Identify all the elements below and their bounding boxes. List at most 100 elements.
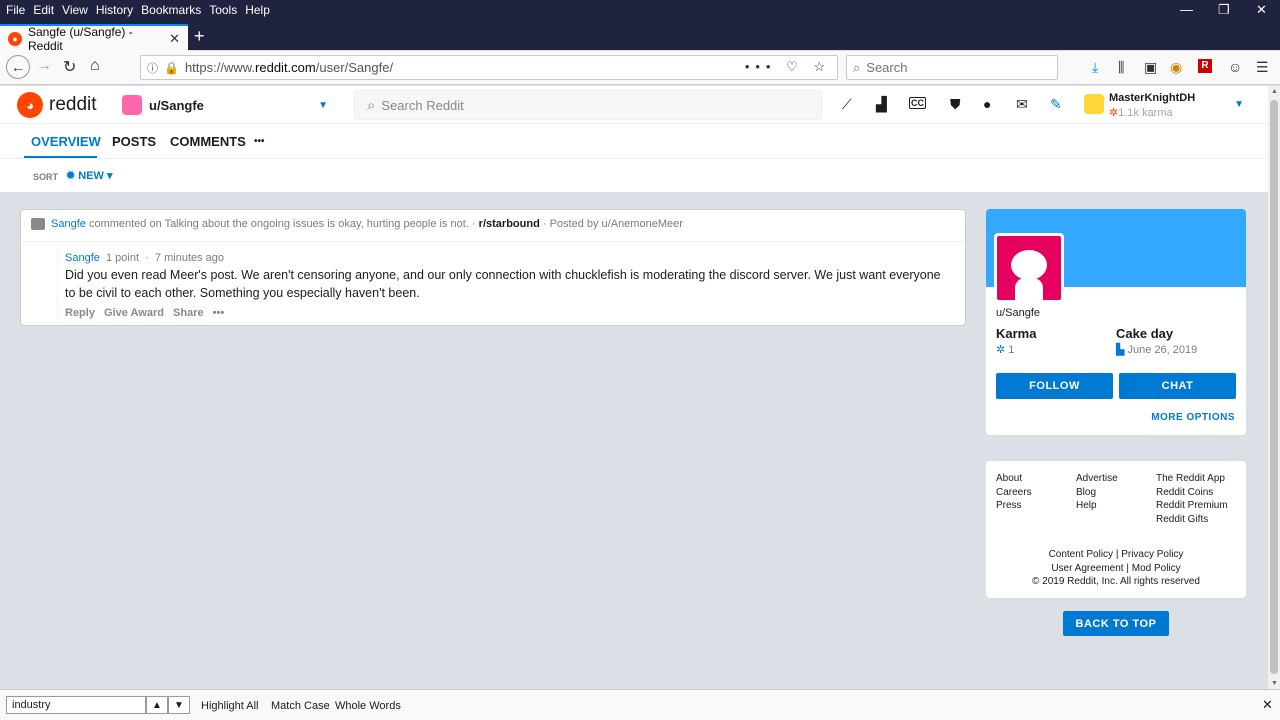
menu-file[interactable]: File <box>6 3 25 17</box>
home-icon[interactable]: ⌂ <box>90 57 100 75</box>
close-findbar-icon[interactable]: ✕ <box>1262 697 1273 713</box>
tab-posts[interactable]: POSTS <box>112 134 156 149</box>
footer-col-3: The Reddit App Reddit Coins Reddit Premi… <box>1156 472 1228 526</box>
downloads-icon[interactable]: ⤓ <box>1092 59 1098 76</box>
footer-link[interactable]: The Reddit App <box>1156 472 1228 486</box>
restore-icon[interactable]: ❐ <box>1218 2 1230 18</box>
back-icon[interactable]: ← <box>6 55 30 79</box>
tab-more[interactable]: ••• <box>254 136 265 147</box>
logo-text: reddit <box>49 94 97 115</box>
lock-icon[interactable]: 🔒 <box>164 61 179 75</box>
reply-button[interactable]: Reply <box>65 307 95 319</box>
footer-link[interactable]: Help <box>1076 499 1118 513</box>
match-case-toggle[interactable]: Match Case <box>271 700 330 712</box>
policy-links[interactable]: Content Policy | Privacy Policy <box>986 548 1246 562</box>
chevron-down-icon: ▼ <box>318 99 328 111</box>
find-previous-icon[interactable]: ▲ <box>146 696 168 714</box>
browser-search-input[interactable]: ⌕ Search <box>846 55 1058 80</box>
find-bar: industry ▲ ▼ Highlight All Match Case Wh… <box>0 689 1280 720</box>
url-bar[interactable]: ⓘ 🔒 https://www.reddit.com/user/Sangfe/ … <box>140 55 838 80</box>
close-tab-icon[interactable]: ✕ <box>169 31 180 47</box>
smiley-icon[interactable]: ☺ <box>1228 59 1242 75</box>
comment-time[interactable]: 7 minutes ago <box>155 252 224 264</box>
comment-user-link[interactable]: Sangfe <box>65 252 100 264</box>
whole-words-toggle[interactable]: Whole Words <box>335 700 401 712</box>
karma-icon: ✲ <box>996 344 1006 356</box>
chat-button[interactable]: CHAT <box>1119 373 1236 399</box>
reddit-logo[interactable]: ◕ reddit <box>17 92 97 118</box>
subreddit-link[interactable]: r/starbound <box>479 218 540 230</box>
comment-actions: Reply Give Award Share ••• <box>65 307 230 319</box>
sort-dropdown[interactable]: ✹ NEW ▾ <box>66 169 113 182</box>
chat-icon[interactable]: ● <box>983 96 991 112</box>
menu-help[interactable]: Help <box>245 3 270 17</box>
footer-link[interactable]: Advertise <box>1076 472 1118 486</box>
forward-icon[interactable]: → <box>36 57 52 75</box>
scroll-thumb[interactable] <box>1270 100 1278 674</box>
comment-author-link[interactable]: Sangfe <box>51 218 86 230</box>
scroll-down-icon[interactable]: ▼ <box>1271 680 1278 687</box>
menu-bookmarks[interactable]: Bookmarks <box>141 3 201 17</box>
scroll-up-icon[interactable]: ▲ <box>1271 88 1278 95</box>
page-actions-icon[interactable]: ••• ♡ ☆ <box>745 59 831 75</box>
comment-card[interactable]: Sangfe commented on Talking about the on… <box>20 209 966 326</box>
footer-link[interactable]: Reddit Premium <box>1156 499 1228 513</box>
more-actions-button[interactable]: ••• <box>213 307 225 319</box>
footer-col-2: Advertise Blog Help <box>1076 472 1118 513</box>
footer-link[interactable]: Press <box>996 499 1032 513</box>
tab-overview[interactable]: OVERVIEW <box>31 134 101 149</box>
browser-tab[interactable]: ● Sangfe (u/Sangfe) - Reddit ✕ <box>0 24 188 53</box>
menu-view[interactable]: View <box>62 3 88 17</box>
post-title-link[interactable]: Talking about the ongoing issues is okay… <box>165 218 469 230</box>
reload-icon[interactable]: ↻ <box>63 57 76 77</box>
share-button[interactable]: Share <box>173 307 204 319</box>
menu-edit[interactable]: Edit <box>33 3 54 17</box>
menu-tools[interactable]: Tools <box>209 3 237 17</box>
new-tab-icon[interactable]: + <box>194 26 205 47</box>
footer-link[interactable]: Blog <box>1076 486 1118 500</box>
footer-link[interactable]: About <box>996 472 1032 486</box>
sort-bar: SORT ✹ NEW ▾ <box>0 159 1268 192</box>
agreement-links[interactable]: User Agreement | Mod Policy <box>986 562 1246 576</box>
create-post-icon[interactable]: ✎ <box>1050 96 1062 113</box>
footer-link[interactable]: Reddit Coins <box>1156 486 1228 500</box>
footer-link[interactable]: Careers <box>996 486 1032 500</box>
library-icon[interactable]: ⫼ <box>1118 59 1124 76</box>
community-dropdown[interactable]: u/Sangfe ▼ <box>122 94 334 116</box>
highlight-all-toggle[interactable]: Highlight All <box>201 700 258 712</box>
thread-line[interactable] <box>57 250 58 320</box>
give-award-button[interactable]: Give Award <box>104 307 164 319</box>
karma-label: Karma <box>996 326 1037 341</box>
vertical-scrollbar[interactable]: ▲ ▼ <box>1268 86 1280 689</box>
posted-by-text[interactable]: · Posted by u/AnemoneMeer <box>543 218 683 230</box>
sidebar-icon[interactable]: ▣ <box>1144 59 1157 76</box>
mail-icon[interactable]: ✉ <box>1016 96 1028 113</box>
extension-icon[interactable]: ◉ <box>1170 59 1182 76</box>
find-next-icon[interactable]: ▼ <box>168 696 190 714</box>
find-input[interactable]: industry <box>6 696 146 714</box>
tab-comments[interactable]: COMMENTS <box>170 134 246 149</box>
info-icon[interactable]: ⓘ <box>147 60 158 76</box>
trending-icon[interactable]: ⟋ <box>842 96 852 113</box>
minimize-icon[interactable]: — <box>1180 2 1193 17</box>
account-dropdown[interactable]: MasterKnightDH ✲1.1k karma ▼ <box>1084 92 1254 120</box>
menu-history[interactable]: History <box>96 3 133 17</box>
hamburger-menu-icon[interactable]: ☰ <box>1256 59 1269 76</box>
leaderboard-icon[interactable]: ▟ <box>876 96 887 113</box>
more-options-link[interactable]: MORE OPTIONS <box>1151 412 1235 423</box>
close-window-icon[interactable]: ✕ <box>1256 2 1267 18</box>
follow-button[interactable]: FOLLOW <box>996 373 1113 399</box>
cc-icon[interactable]: CC <box>909 97 926 109</box>
search-icon: ⌕ <box>853 59 861 75</box>
footer-link[interactable]: Reddit Gifts <box>1156 513 1228 527</box>
extension-r-icon[interactable]: R <box>1198 59 1212 73</box>
reddit-search-input[interactable]: ⌕ Search Reddit <box>354 90 822 120</box>
account-karma: ✲1.1k karma <box>1109 107 1173 119</box>
shield-icon[interactable]: ⛊ <box>950 96 961 113</box>
divider <box>21 241 965 242</box>
karma-icon: ✲ <box>1109 107 1119 119</box>
back-to-top-button[interactable]: BACK TO TOP <box>1063 611 1169 636</box>
footer-legal: Content Policy | Privacy Policy User Agr… <box>986 548 1246 589</box>
profile-username: u/Sangfe <box>996 307 1041 319</box>
cakeday-label: Cake day <box>1116 326 1174 341</box>
